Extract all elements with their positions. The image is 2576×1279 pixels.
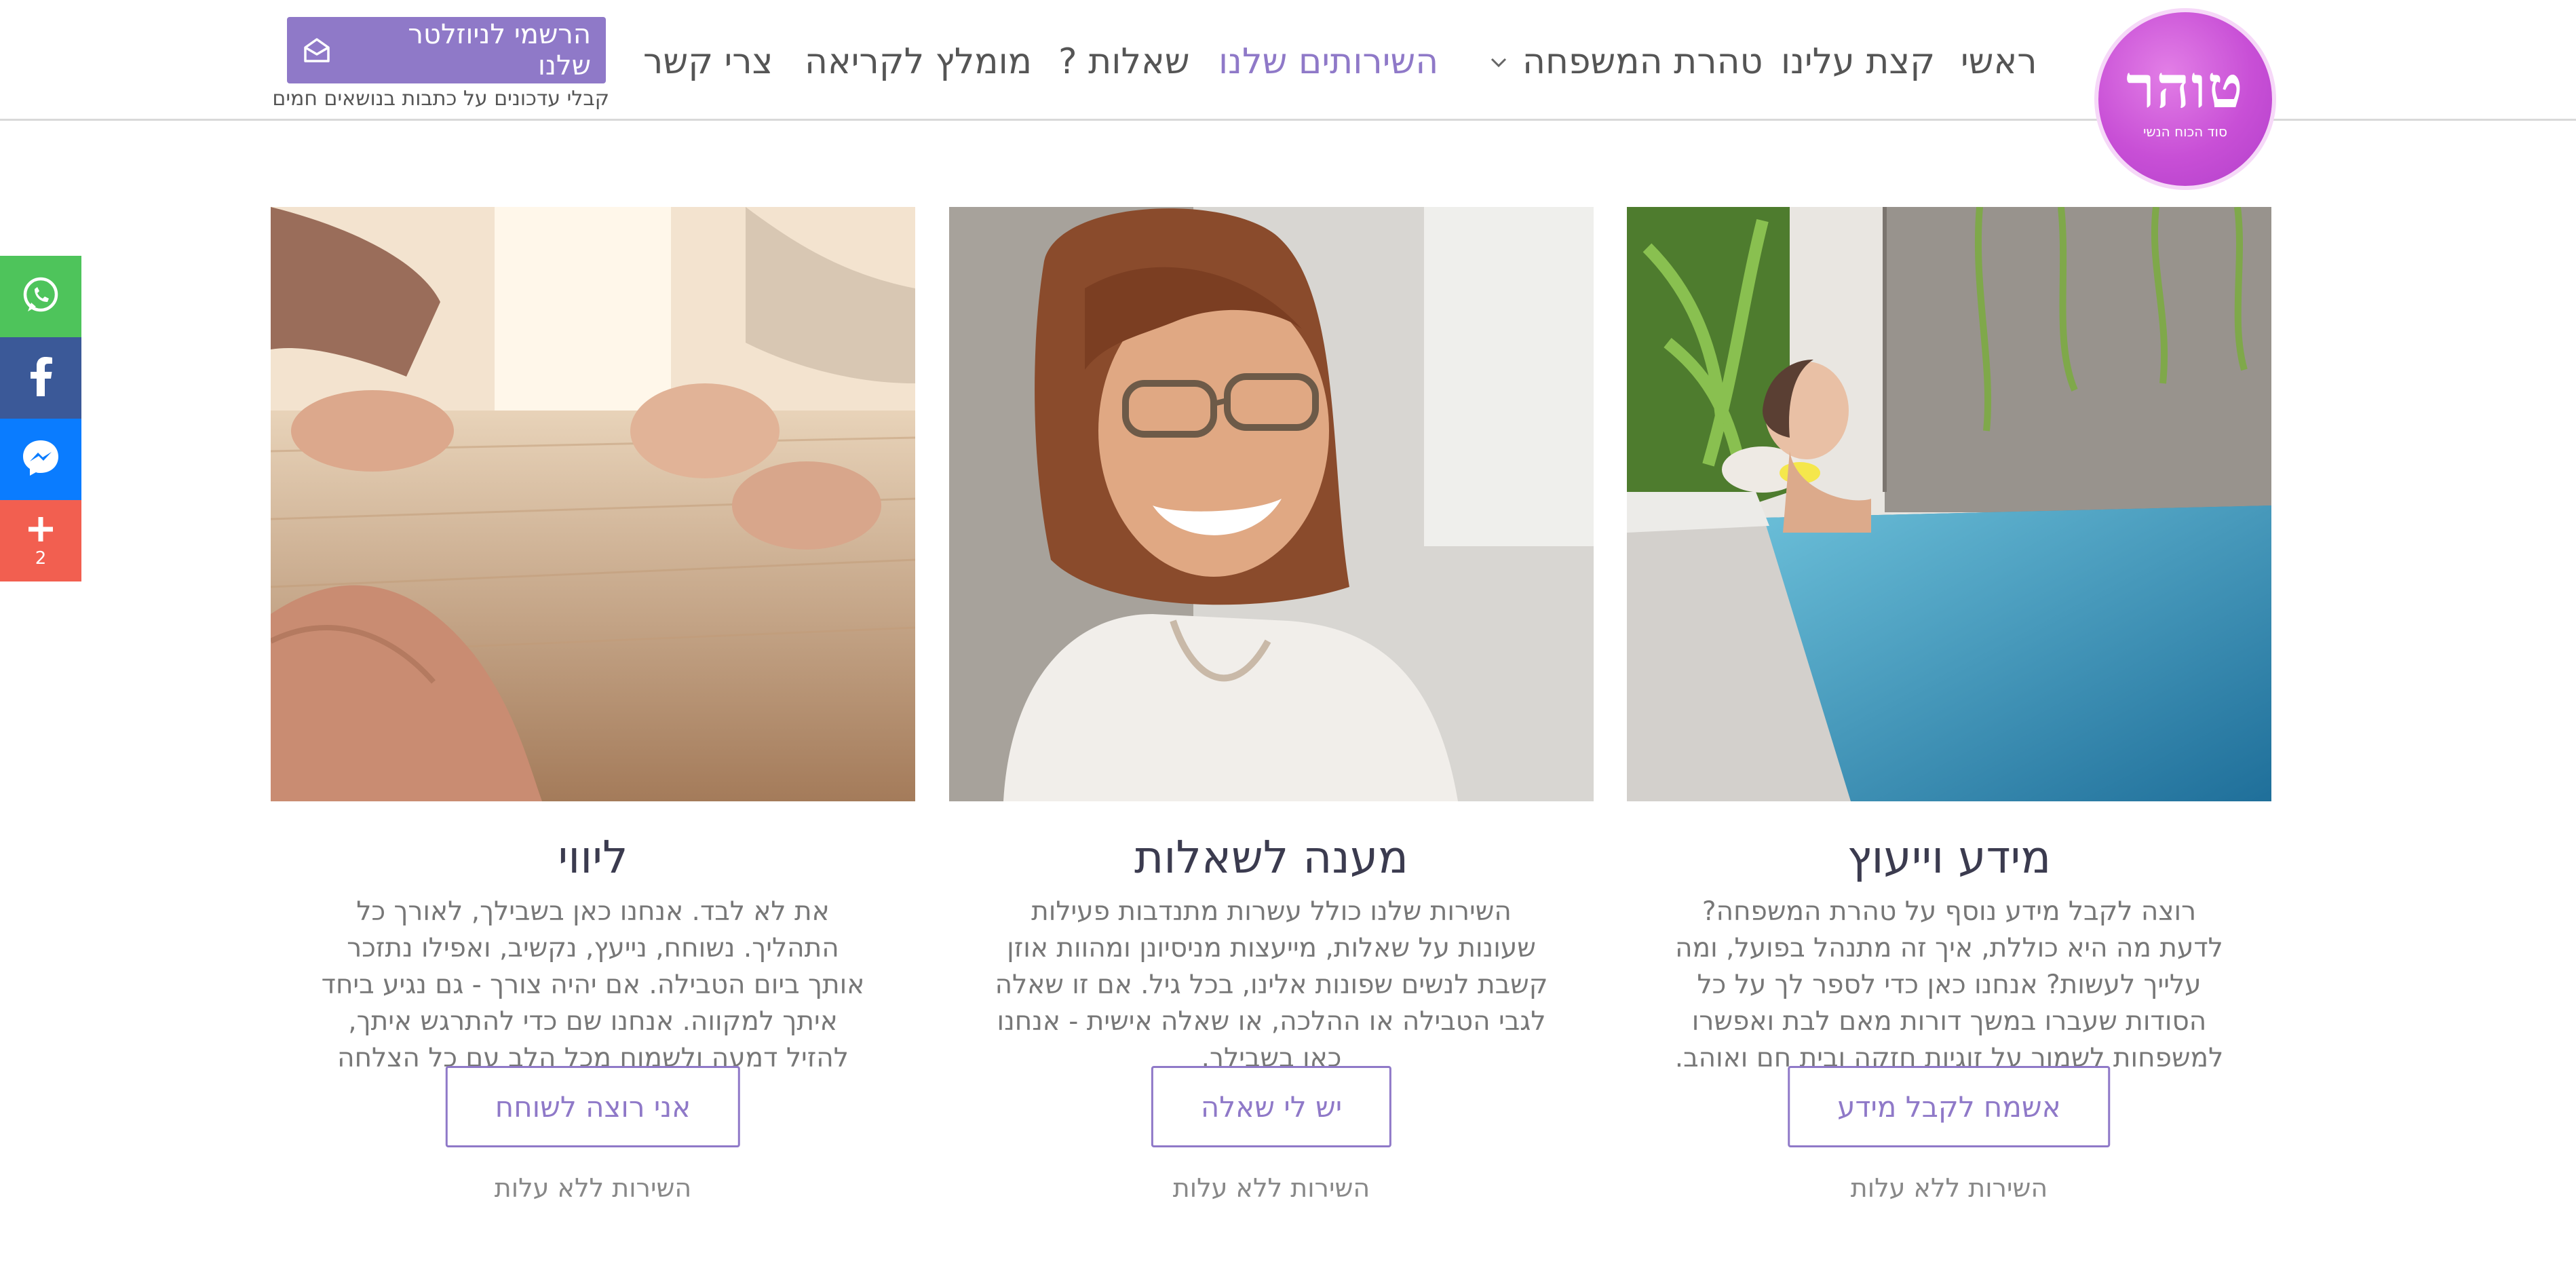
card-description: רוצה לקבל מידע נוסף על טהרת המשפחה? לדעת…: [1674, 896, 2224, 1073]
newsletter-button-label: הרשמי לניוזלטר שלנו: [408, 19, 591, 81]
card-title: מענה לשאלות: [1134, 831, 1408, 883]
share-facebook-button[interactable]: [0, 337, 81, 419]
service-card-questions: מענה לשאלות השירות שלנו כולל עשרות מתנדב…: [949, 207, 1594, 1265]
facebook-icon: [27, 356, 54, 400]
nav-services-label: השירותים שלנו: [1218, 41, 1439, 82]
talk-to-me-button[interactable]: אני רוצה לשוחח: [445, 1066, 741, 1147]
nav-questions[interactable]: שאלות ?: [1058, 38, 1190, 85]
card-title: מידע וייעוץ: [1847, 831, 2052, 883]
nav-questions-label: שאלות ?: [1058, 41, 1190, 82]
nav-about-label: קצת עלינו: [1781, 41, 1936, 82]
messenger-icon: [20, 437, 62, 482]
share-whatsapp-button[interactable]: [0, 256, 81, 337]
nav-contact[interactable]: צרי קשר: [643, 38, 773, 85]
free-service-note: השירות ללא עלות: [1172, 1173, 1370, 1203]
social-share-bar: 2: [0, 256, 81, 581]
service-card-info: מידע וייעוץ רוצה לקבל מידע נוסף על טהרת …: [1627, 207, 2271, 1265]
ask-question-button[interactable]: יש לי שאלה: [1151, 1066, 1392, 1147]
nav-home-label: ראשי: [1961, 41, 2037, 82]
nav-family-purity-label: טהרת המשפחה: [1522, 41, 1763, 82]
site-header: טוהר סוד הכוח הנשי ראשי קצת עלינו טהרת ה…: [0, 0, 2576, 186]
nav-home[interactable]: ראשי: [1961, 38, 2037, 85]
share-count: 2: [35, 548, 47, 569]
holding-hands-image: [271, 207, 915, 801]
service-card-support: ליווי את לא לבד. אנחנו כאן בשבילך, לאורך…: [271, 207, 915, 1265]
nav-contact-label: צרי קשר: [643, 41, 773, 82]
nav-recommended-reading[interactable]: מומלץ לקריאה: [805, 38, 1032, 85]
free-service-note: השירות ללא עלות: [1850, 1173, 2048, 1203]
logo-tagline: סוד הכוח הנשי: [2143, 123, 2227, 140]
newsletter-subtitle: קבלי עדכונים על כתבות בנושאים חמים: [272, 87, 609, 111]
envelope-open-icon: [302, 35, 332, 65]
nav-services[interactable]: השירותים שלנו: [1218, 38, 1438, 85]
share-messenger-button[interactable]: [0, 419, 81, 500]
spa-pool-image: [1627, 207, 2271, 801]
nav-family-purity[interactable]: טהרת המשפחה: [1490, 38, 1763, 85]
logo-title: טוהר: [2126, 53, 2244, 121]
site-logo[interactable]: טוהר סוד הכוח הנשי: [2098, 12, 2272, 186]
newsletter-signup-button[interactable]: הרשמי לניוזלטר שלנו: [287, 17, 606, 83]
nav-about[interactable]: קצת עלינו: [1781, 38, 1935, 85]
nav-recommended-label: מומלץ לקריאה: [805, 41, 1033, 82]
card-description: השירות שלנו כולל עשרות מתנדבות פעילות שע…: [995, 896, 1548, 1073]
card-title: ליווי: [558, 831, 628, 883]
free-service-note: השירות ללא עלות: [494, 1173, 692, 1203]
whatsapp-icon: [20, 274, 62, 319]
chevron-down-icon: [1490, 50, 1507, 74]
get-info-button[interactable]: אשמח לקבל מידע: [1788, 1066, 2111, 1147]
plus-icon: [26, 514, 56, 547]
share-more-button[interactable]: 2: [0, 500, 81, 581]
smiling-woman-image: [949, 207, 1594, 801]
